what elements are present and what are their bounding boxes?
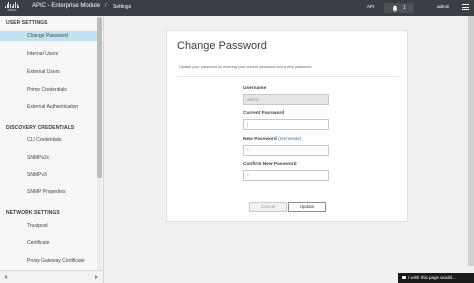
page-subtitle: Update your password by entering your cu… [179, 65, 313, 69]
sidebar-item-prime-credentials[interactable]: Prime Credentials [0, 85, 97, 95]
app-title: APIC - Enterprise Module [32, 3, 101, 9]
sidebar-scrollbar[interactable] [97, 17, 102, 178]
sidebar-item-external-users[interactable]: External Users [0, 67, 97, 77]
notifications-button[interactable]: 1 [384, 3, 414, 13]
sidebar-item-certificate[interactable]: Certificate [0, 238, 97, 248]
new-password-label-text: New Password [243, 137, 277, 142]
api-link[interactable]: API [367, 4, 374, 9]
feedback-button[interactable]: I wish this page would... [398, 273, 474, 283]
sidebar-item-change-password[interactable]: Change Password [0, 31, 97, 41]
bell-icon [392, 5, 398, 12]
section-network-settings: NETWORK SETTINGS [6, 210, 60, 216]
scroll-right-icon[interactable] [95, 275, 98, 279]
sidebar-item-proxy-gateway-certificate[interactable]: Proxy Gateway Certificate [0, 256, 97, 266]
divider [177, 76, 399, 77]
breadcrumb-separator: / [105, 3, 107, 9]
sidebar-item-snmp-properties[interactable]: SNMP Properties [0, 187, 97, 197]
new-password-label: New Password (Generate) [243, 137, 301, 142]
sidebar: USER SETTINGS Change Password Internal U… [0, 16, 104, 283]
change-password-card: Change Password Update your password by … [166, 30, 408, 222]
main-scrollbar[interactable] [468, 16, 474, 266]
generate-link[interactable]: (Generate) [278, 137, 301, 142]
confirm-password-label: Confirm New Password [243, 162, 297, 167]
cancel-button[interactable]: Cancel [249, 202, 287, 212]
section-discovery-credentials: DISCOVERY CREDENTIALS [6, 125, 75, 131]
section-user-settings: USER SETTINGS [6, 20, 48, 26]
sidebar-item-trustpool[interactable]: Trustpool [0, 221, 97, 231]
logo-text: cisco [7, 8, 17, 12]
scroll-left-icon[interactable] [4, 275, 7, 279]
feedback-label: I wish this page would... [408, 275, 456, 280]
user-menu[interactable]: admin [437, 4, 449, 9]
hamburger-menu-icon[interactable] [462, 4, 469, 11]
sidebar-horizontal-scrollbar[interactable] [0, 270, 103, 283]
chat-icon [402, 276, 406, 280]
username-field: admin [243, 94, 329, 105]
update-button[interactable]: Update [288, 202, 326, 212]
breadcrumb[interactable]: Settings [113, 4, 131, 10]
notification-count: 1 [403, 5, 406, 11]
sidebar-item-external-authentication[interactable]: External Authentication [0, 102, 97, 112]
cisco-logo[interactable]: cisco [4, 2, 20, 14]
current-password-label: Current Password [243, 111, 285, 116]
sidebar-item-internal-users[interactable]: Internal Users [0, 49, 97, 59]
page-title: Change Password [177, 40, 267, 52]
sidebar-item-snmpv3[interactable]: SNMPv3 [0, 170, 97, 180]
sidebar-item-cli-credentials[interactable]: CLI Credentials [0, 135, 97, 145]
new-password-field[interactable]: * [243, 145, 329, 156]
username-label: Username [243, 86, 267, 91]
confirm-password-field[interactable]: * [243, 170, 329, 181]
main-content: Change Password Update your password by … [104, 16, 474, 283]
sidebar-item-snmpv2c[interactable]: SNMPv2c [0, 153, 97, 163]
top-bar: cisco APIC - Enterprise Module / Setting… [0, 0, 474, 16]
current-password-field[interactable]: | [243, 119, 329, 130]
